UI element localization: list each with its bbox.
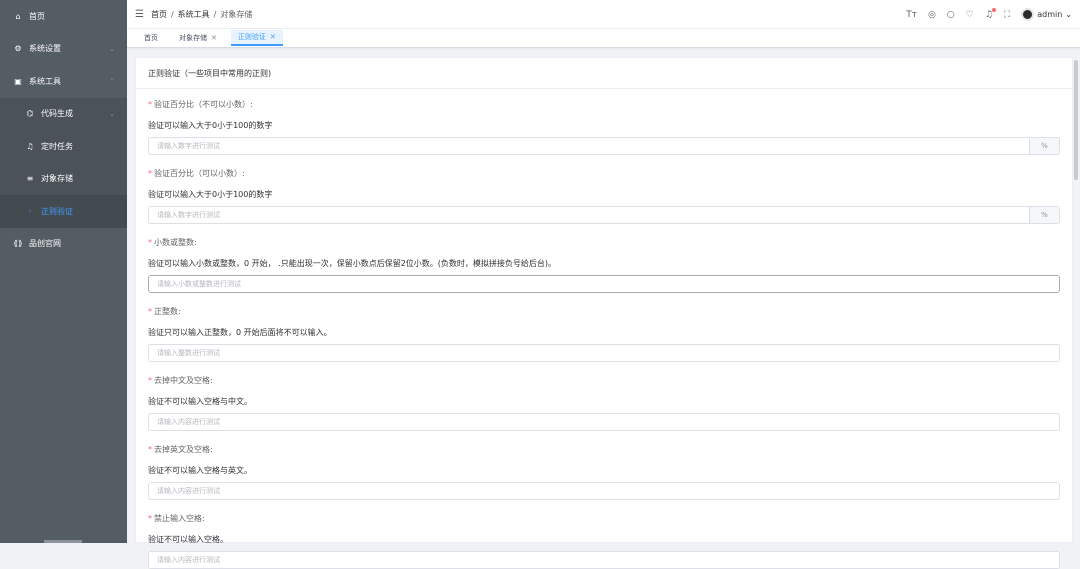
bell-icon: ♫ bbox=[26, 141, 34, 151]
field-description: 验证只可以输入正整数，0 开始后面将不可以输入。 bbox=[148, 328, 332, 337]
sidebar-item-label: 正则验证 bbox=[41, 206, 73, 216]
positive-int-input[interactable] bbox=[149, 345, 1059, 361]
tag-regex-validation[interactable]: 正则验证 ✕ bbox=[230, 30, 283, 46]
chevron-down-icon: ⌄ bbox=[109, 44, 115, 53]
field-label: * 禁止输入空格: bbox=[148, 514, 205, 523]
form: *验证百分比（不可以小数）: 验证可以输入大于0小于100的数字 % *验证百分… bbox=[136, 99, 1072, 569]
tag-home[interactable]: 首页 bbox=[137, 30, 165, 46]
field-description: 验证不可以输入空格。 bbox=[148, 535, 228, 544]
notification-icon[interactable]: ♫ bbox=[985, 7, 996, 20]
no-english-input[interactable] bbox=[149, 483, 1059, 499]
breadcrumb-item-current: 对象存储 bbox=[220, 9, 253, 19]
percent-int-input-group: % bbox=[148, 137, 1060, 155]
field-label: * 去掉英文及空格: bbox=[148, 445, 213, 454]
main-area: ☰ 首页 / 系统工具 / 对象存储 Tт ◎ ○ ♡ ♫ ⛶ admin ⌄ … bbox=[127, 0, 1080, 569]
field-description: 验证不可以输入空格与中文。 bbox=[148, 397, 252, 406]
form-item-no-english: * 去掉英文及空格: 验证不可以输入空格与英文。 bbox=[148, 444, 1060, 500]
tags-view: 首页 对象存储 ✕ 正则验证 ✕ bbox=[127, 29, 1080, 48]
field-description: 验证可以输入大于0小于100的数字 bbox=[148, 190, 273, 199]
form-item-percent-int: *验证百分比（不可以小数）: 验证可以输入大于0小于100的数字 % bbox=[148, 99, 1060, 155]
tag-label: 正则验证 bbox=[237, 33, 266, 41]
sidebar-item-official-site[interactable]: ⟪⟫ 品创官网 bbox=[0, 228, 127, 261]
notification-badge bbox=[991, 7, 996, 12]
code-icon: ⌬ bbox=[26, 109, 34, 119]
tag-label: 首页 bbox=[144, 34, 158, 42]
no-space-input[interactable] bbox=[149, 552, 1059, 568]
validate-icon: ◦ bbox=[27, 206, 33, 216]
tools-icon: ▣ bbox=[14, 76, 22, 86]
sidebar-item-label: 系统工具 bbox=[29, 76, 61, 86]
field-description: 验证可以输入大于0小于100的数字 bbox=[148, 121, 273, 130]
search-icon[interactable]: ○ bbox=[947, 10, 955, 20]
sidebar-item-home[interactable]: ⌂ 首页 bbox=[0, 0, 127, 33]
positive-int-input-group bbox=[148, 344, 1060, 362]
sidebar-item-label: 定时任务 bbox=[41, 141, 73, 151]
close-icon[interactable]: ✕ bbox=[211, 34, 217, 42]
no-english-input-group bbox=[148, 482, 1060, 500]
sidebar: ⌂ 首页 ⚙ 系统设置 ⌄ ▣ 系统工具 ⌃ ⌬ 代码生成 ⌄ ♫ 定时任务 ≡… bbox=[0, 0, 127, 543]
tag-object-storage[interactable]: 对象存储 ✕ bbox=[172, 30, 224, 46]
chevron-down-icon: ⌄ bbox=[1065, 10, 1072, 19]
form-item-decimal-or-int: * 小数或整数: 验证可以输入小数或整数，0 开始， .只能出现一次，保留小数点后… bbox=[148, 237, 1060, 293]
theme-icon[interactable]: ♡ bbox=[966, 10, 974, 20]
sidebar-item-label: 品创官网 bbox=[29, 239, 61, 249]
avatar bbox=[1021, 8, 1035, 21]
breadcrumb: 首页 / 系统工具 / 对象存储 bbox=[151, 9, 252, 20]
breadcrumb-separator: / bbox=[170, 9, 174, 19]
card: 正则验证（一些项目中常用的正则) * 验证百分比（不可以小数）: 验证可以输入大于… bbox=[135, 57, 1073, 569]
chevron-up-icon: ⌃ bbox=[109, 77, 115, 86]
page-scrollbar[interactable] bbox=[1074, 60, 1078, 180]
hamburger-icon[interactable]: ☰ bbox=[135, 9, 144, 20]
field-description: 验证可以输入小数或整数，0 开始， .只能出现一次，保留小数点后保留2位小数。(… bbox=[148, 259, 557, 268]
card-title: 正则验证（一些项目中常用的正则) bbox=[136, 58, 1072, 89]
form-item-no-space: * 禁止输入空格: 验证不可以输入空格。 bbox=[148, 513, 1060, 569]
sidebar-item-label: 对象存储 bbox=[41, 174, 73, 184]
percent-decimal-input-group: % bbox=[148, 206, 1060, 224]
fullscreen-icon[interactable]: ⛶ bbox=[1004, 10, 1010, 20]
username: admin bbox=[1037, 10, 1063, 19]
breadcrumb-item-tools[interactable]: 系统工具 bbox=[178, 9, 210, 20]
decimal-or-int-input[interactable] bbox=[149, 276, 1059, 292]
field-label: * 验证百分比（可以小数）: bbox=[148, 169, 245, 178]
sidebar-item-label: 系统设置 bbox=[29, 44, 61, 54]
sidebar-item-regex-validation[interactable]: ◦ 正则验证 bbox=[0, 195, 127, 228]
storage-icon: ≡ bbox=[26, 174, 34, 184]
sidebar-item-system-tools[interactable]: ▣ 系统工具 ⌃ bbox=[0, 65, 127, 98]
field-label: * 小数或整数: bbox=[148, 238, 197, 247]
percent-append: % bbox=[1029, 207, 1059, 223]
form-item-positive-int: * 正整数: 验证只可以输入正整数，0 开始后面将不可以输入。 bbox=[148, 306, 1060, 362]
breadcrumb-separator: / bbox=[213, 9, 217, 19]
user-dropdown[interactable]: admin ⌄ bbox=[1021, 8, 1072, 21]
decimal-input-group bbox=[148, 275, 1060, 293]
breadcrumb-item-home[interactable]: 首页 bbox=[151, 9, 167, 20]
close-icon[interactable]: ✕ bbox=[270, 33, 276, 41]
sidebar-item-label: 首页 bbox=[29, 11, 45, 21]
font-size-icon[interactable]: Tт bbox=[906, 10, 917, 20]
no-chinese-input-group bbox=[148, 413, 1060, 431]
sidebar-item-code-gen[interactable]: ⌬ 代码生成 ⌄ bbox=[0, 97, 127, 130]
sidebar-item-scheduled-tasks[interactable]: ♫ 定时任务 bbox=[0, 130, 127, 163]
percent-int-input[interactable] bbox=[149, 138, 1029, 154]
link-icon: ⟪⟫ bbox=[13, 239, 23, 249]
github-icon[interactable]: ◎ bbox=[928, 10, 936, 20]
percent-decimal-input[interactable] bbox=[149, 207, 1029, 223]
form-item-percent-decimal: *验证百分比（可以小数）: 验证可以输入大于0小于100的数字 % bbox=[148, 168, 1060, 224]
tag-label: 对象存储 bbox=[179, 34, 207, 42]
settings-icon: ⚙ bbox=[14, 44, 22, 54]
no-chinese-input[interactable] bbox=[149, 414, 1059, 430]
sidebar-item-object-storage[interactable]: ≡ 对象存储 bbox=[0, 162, 127, 195]
field-description: 验证不可以输入空格与英文。 bbox=[148, 466, 252, 475]
field-label: * 验证百分比（不可以小数）: bbox=[148, 100, 253, 109]
form-item-no-chinese: * 去掉中文及空格: 验证不可以输入空格与中文。 bbox=[148, 375, 1060, 431]
no-space-input-group bbox=[148, 551, 1060, 569]
home-icon: ⌂ bbox=[15, 11, 21, 21]
field-label: * 去掉中文及空格: bbox=[148, 376, 213, 385]
chevron-down-icon: ⌄ bbox=[109, 109, 115, 118]
right-menu: Tт ◎ ○ ♡ ♫ ⛶ admin ⌄ bbox=[906, 0, 1072, 29]
field-label: * 正整数: bbox=[148, 307, 181, 316]
percent-append: % bbox=[1029, 138, 1059, 154]
sidebar-item-label: 代码生成 bbox=[41, 109, 73, 119]
sidebar-item-system-settings[interactable]: ⚙ 系统设置 ⌄ bbox=[0, 33, 127, 66]
navbar: ☰ 首页 / 系统工具 / 对象存储 Tт ◎ ○ ♡ ♫ ⛶ admin ⌄ bbox=[127, 0, 1080, 29]
